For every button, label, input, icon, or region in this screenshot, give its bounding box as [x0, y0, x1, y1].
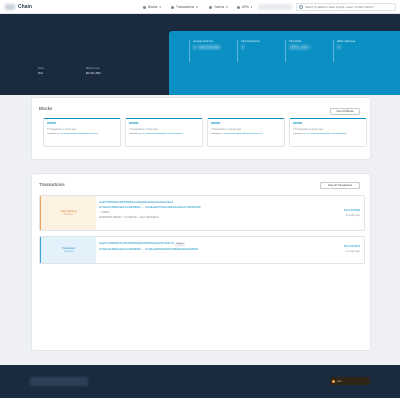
brand-logo[interactable]: Chain: [5, 3, 33, 11]
tx-status-badge: Token Minting Success: [40, 196, 96, 230]
avg-block-time-stat: Average block time 5 seconds: [189, 40, 233, 62]
chain-stats-panel: Average block time 5 seconds Total trans…: [169, 31, 400, 95]
tx-age: 3 months ago: [345, 250, 361, 253]
swap-icon: [171, 5, 174, 9]
search-box[interactable]: [296, 3, 396, 11]
transactions-section: Transactions View all Transactions Token…: [31, 173, 371, 351]
top-navbar: Chain Blocks ▾ Transactions ▾ Tokens ▾ APIs…: [0, 0, 400, 14]
footer: Join: [0, 365, 400, 398]
token-icon: [209, 5, 212, 9]
nav-tokens[interactable]: Tokens ▾: [209, 4, 228, 10]
nav-blocks[interactable]: Blocks ▾: [143, 4, 161, 10]
validator-link[interactable]: 0x89f9b9bff8a8b69e6ed6c9fd0f4CC4: [60, 133, 98, 135]
nav-transactions[interactable]: Transactions ▾: [171, 4, 198, 10]
chevron-down-icon: ▾: [250, 5, 253, 9]
brand-name: Chain: [18, 4, 32, 10]
view-all-blocks-button[interactable]: View All Blocks: [330, 108, 360, 115]
chevron-down-icon: ▾: [226, 5, 228, 9]
coin-icon: [332, 379, 335, 383]
block-number[interactable]: 265584: [293, 121, 363, 125]
transaction-row: Token Minting Success 0xe9f7fc9f96f4f46c…: [39, 195, 365, 231]
transactions-title: Transactions: [39, 182, 65, 187]
tx-hash-link[interactable]: 0xaa7fc1e2f8a53f47de45b4d8f9dd4d8ab1d9f9…: [99, 242, 175, 245]
block-number[interactable]: 265587: [47, 121, 117, 125]
tx-token-name: LINKAGE.IO: [145, 216, 159, 219]
total-blocks-stat: Total blocks 265,587: [285, 40, 329, 62]
tx-to-link[interactable]: 0x7d9ee09935d0b9d1f7c2f8f9d9fe0dc9f3a2b5…: [145, 248, 198, 251]
blocks-section: Blocks View All Blocks 265587 0 Transact…: [31, 97, 371, 160]
block-card[interactable]: 265587 0 Transactions 1 minute ago Valid…: [43, 118, 121, 147]
block-card[interactable]: 265585 0 Transactions 2 minutes ago Vali…: [207, 118, 285, 147]
cube-icon: [143, 5, 146, 9]
brand-logo-mark: [5, 4, 15, 10]
tx-age: 3 months ago: [345, 214, 361, 217]
tx-amount: 0x00000000-000000 >> 0x7f1be03c...4a47: [99, 216, 145, 219]
network-selector[interactable]: [258, 4, 292, 10]
block-card[interactable]: 265586 0 Transactions 1 minute ago Valid…: [125, 118, 203, 147]
nav-apis[interactable]: APIs ▾: [237, 4, 252, 10]
tx-status-badge: Transaction Success: [40, 237, 96, 263]
search-icon: [299, 5, 303, 9]
total-transactions-stat: Total transactions 2: [237, 40, 281, 62]
wallet-addresses-stat: Wallet addresses 3: [333, 40, 377, 62]
chevron-down-icon: ▾: [159, 5, 161, 9]
view-all-transactions-button[interactable]: View all Transactions: [320, 182, 360, 189]
validator-link[interactable]: 0x7f1be03c488ab2da2b7be4f4SNE9FC: [142, 133, 183, 135]
block-card[interactable]: 265584 0 Transactions 2 minutes ago Vali…: [289, 118, 367, 147]
tx-from-link[interactable]: 0x7f1be03c488ab2da2b7be4f4SNE9FC: [99, 206, 141, 209]
price-stat: Price N/A: [38, 67, 44, 75]
block-number[interactable]: 265586: [129, 121, 199, 125]
footer-logo: [30, 377, 88, 386]
market-cap-stat: Market Cap $0.00 USD: [86, 67, 101, 75]
chevron-down-icon: ▾: [196, 5, 198, 9]
tx-to-link[interactable]: 0x3d3ba0b3f71fdbec5a9bfe0de18c01e79fc95f…: [145, 206, 200, 209]
join-button[interactable]: Join: [330, 377, 370, 385]
blocks-title: Blocks: [39, 106, 53, 111]
validator-link[interactable]: 0x7f1be03c488ab2da2b7be4f4SNE9FC: [306, 133, 347, 135]
search-input[interactable]: [305, 5, 393, 9]
validator-link[interactable]: 0x89f9b9bff8a8b69e6ed6c9fd0f4CC4: [224, 133, 262, 135]
transaction-row: Transaction Success 0xaa7fc1e2f8a53f47de…: [39, 236, 365, 264]
tx-from-link[interactable]: 0x7f1be03c488ab2da2b7be4f4SNE9FC: [99, 248, 141, 251]
api-icon: [237, 5, 240, 9]
block-number[interactable]: 265585: [211, 121, 281, 125]
